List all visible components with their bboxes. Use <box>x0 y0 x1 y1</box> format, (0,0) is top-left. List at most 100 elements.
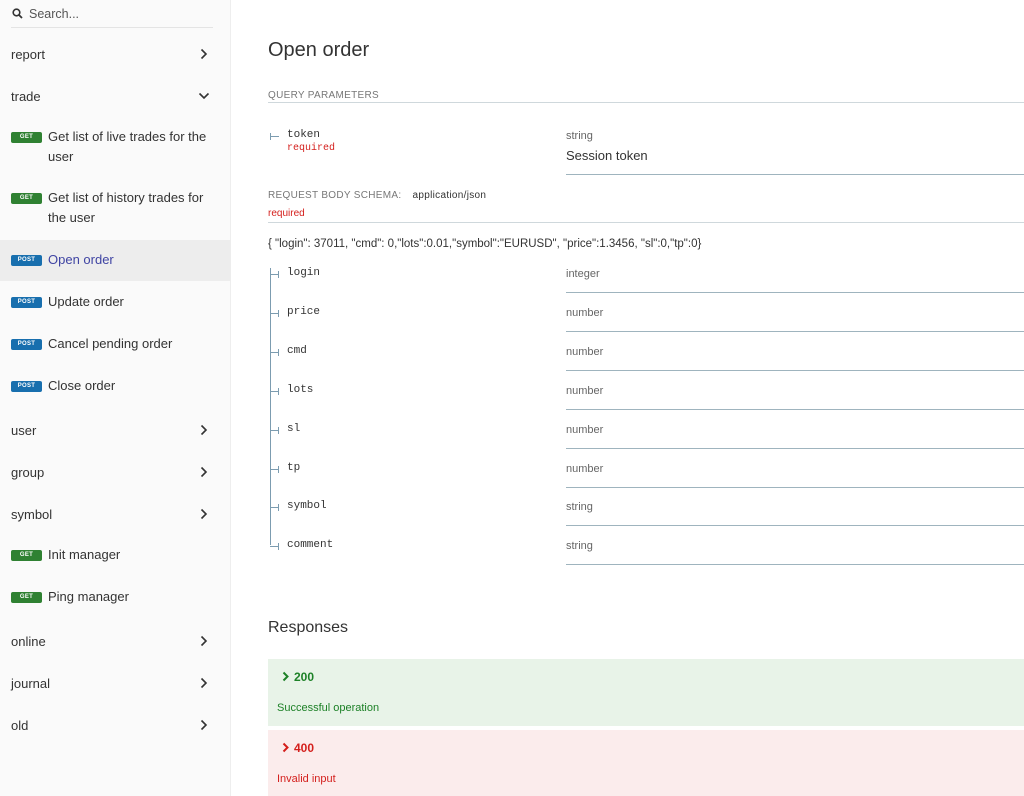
chevron-right-icon <box>282 742 289 753</box>
param-type: string <box>566 130 593 142</box>
sidebar-op-cancel-pending-order[interactable]: POST Cancel pending order <box>0 336 231 357</box>
response-description: Invalid input <box>277 773 336 785</box>
request-body-heading: REQUEST BODY SCHEMA: application/json <box>268 190 486 201</box>
field-name-lots: lots <box>287 384 314 396</box>
field-type: string <box>566 540 593 552</box>
content-type: application/json <box>412 190 487 201</box>
sidebar-item-old[interactable]: old <box>0 713 231 737</box>
chevron-right-icon <box>197 676 211 690</box>
chevron-right-icon <box>282 671 289 682</box>
field-name-sl: sl <box>287 423 301 435</box>
method-badge-post: POST <box>11 297 42 308</box>
field-type: integer <box>566 268 600 280</box>
divider <box>268 102 1024 103</box>
responses-heading: Responses <box>268 619 349 636</box>
divider <box>566 174 1024 175</box>
sidebar-op-label: Update order <box>48 294 124 309</box>
method-badge-get: GET <box>11 132 42 143</box>
chevron-right-icon <box>197 47 211 61</box>
chevron-right-icon <box>197 718 211 732</box>
response-200[interactable]: 200 Successful operation <box>268 659 1024 726</box>
query-params-heading: QUERY PARAMETERS <box>268 90 379 101</box>
required-label: required <box>287 143 336 154</box>
field-type: number <box>566 307 604 319</box>
method-badge-post: POST <box>11 381 42 392</box>
response-400[interactable]: 400 Invalid input <box>268 730 1024 796</box>
tree-connector <box>278 310 279 317</box>
sidebar-op-label: Close order <box>48 378 116 393</box>
sidebar-item-journal[interactable]: journal <box>0 671 231 695</box>
search-input[interactable] <box>29 6 199 21</box>
sidebar-op-label: Open order <box>48 252 114 267</box>
tree-connector <box>270 133 271 140</box>
field-name-symbol: symbol <box>287 500 327 512</box>
sidebar-item-trade[interactable]: trade <box>0 84 231 108</box>
response-code-text: 200 <box>294 670 315 684</box>
tree-connector <box>278 466 279 473</box>
chevron-right-icon <box>197 423 211 437</box>
page-title: Open order <box>268 39 370 61</box>
sidebar-op-label: Cancel pending order <box>48 336 173 351</box>
field-type: string <box>566 501 593 513</box>
sidebar-op-history-trades[interactable]: GET Get list of history trades for the u… <box>0 190 231 231</box>
sidebar-op-label: Get list of live trades for the user <box>48 129 207 164</box>
param-description: Session token <box>566 148 648 163</box>
request-body-label: REQUEST BODY SCHEMA: <box>268 190 402 201</box>
chevron-down-icon <box>197 89 211 103</box>
tree-connector <box>278 349 279 356</box>
field-type: number <box>566 463 604 475</box>
field-type: number <box>566 346 604 358</box>
divider <box>566 409 1024 410</box>
field-name-tp: tp <box>287 462 301 474</box>
method-badge-post: POST <box>11 339 42 350</box>
search-bar[interactable] <box>11 0 213 28</box>
sidebar-item-group[interactable]: group <box>0 460 231 484</box>
sidebar-item-report[interactable]: report <box>0 42 231 66</box>
sidebar-op-label: Ping manager <box>48 589 129 604</box>
sidebar-op-update-order[interactable]: POST Update order <box>0 294 231 315</box>
response-code: 400 <box>282 741 314 755</box>
sidebar-op-label: Init manager <box>48 547 121 562</box>
sidebar-item-online[interactable]: online <box>0 629 231 653</box>
field-type: number <box>566 424 604 436</box>
request-example: { "login": 37011, "cmd": 0,"lots":0.01,"… <box>268 238 702 250</box>
tree-connector <box>270 268 271 545</box>
required-label: required <box>268 208 305 219</box>
divider <box>566 292 1024 293</box>
tree-connector <box>278 271 279 278</box>
sidebar-op-live-trades[interactable]: GET Get list of live trades for the user <box>0 129 231 170</box>
search-icon <box>12 8 23 19</box>
divider <box>566 370 1024 371</box>
field-name-comment: comment <box>287 539 334 551</box>
field-name-login: login <box>287 267 321 279</box>
field-name-price: price <box>287 306 321 318</box>
sidebar-op-init-manager[interactable]: GET Init manager <box>0 547 231 568</box>
param-name-token: token <box>287 129 321 141</box>
divider <box>566 525 1024 526</box>
divider <box>566 564 1024 565</box>
sidebar-item-symbol[interactable]: symbol <box>0 502 231 526</box>
tree-connector <box>278 504 279 511</box>
chevron-right-icon <box>197 507 211 521</box>
main-content: Open order QUERY PARAMETERS token requir… <box>231 0 1024 796</box>
response-code-text: 400 <box>294 741 315 755</box>
field-type: number <box>566 385 604 397</box>
sidebar-op-close-order[interactable]: POST Close order <box>0 378 231 399</box>
method-badge-get: GET <box>11 592 42 603</box>
method-badge-get: GET <box>11 193 42 204</box>
chevron-right-icon <box>197 465 211 479</box>
field-name-cmd: cmd <box>287 345 307 357</box>
sidebar-op-ping-manager[interactable]: GET Ping manager <box>0 589 231 610</box>
divider <box>268 222 1024 223</box>
tree-connector <box>270 136 279 137</box>
divider <box>566 448 1024 449</box>
response-code: 200 <box>282 670 314 684</box>
sidebar-item-user[interactable]: user <box>0 418 231 442</box>
method-badge-post: POST <box>11 255 42 266</box>
response-description: Successful operation <box>277 702 380 714</box>
sidebar-op-open-order[interactable]: POST Open order <box>0 240 231 281</box>
divider <box>566 487 1024 488</box>
tree-connector <box>278 388 279 395</box>
chevron-right-icon <box>197 634 211 648</box>
method-badge-get: GET <box>11 550 42 561</box>
